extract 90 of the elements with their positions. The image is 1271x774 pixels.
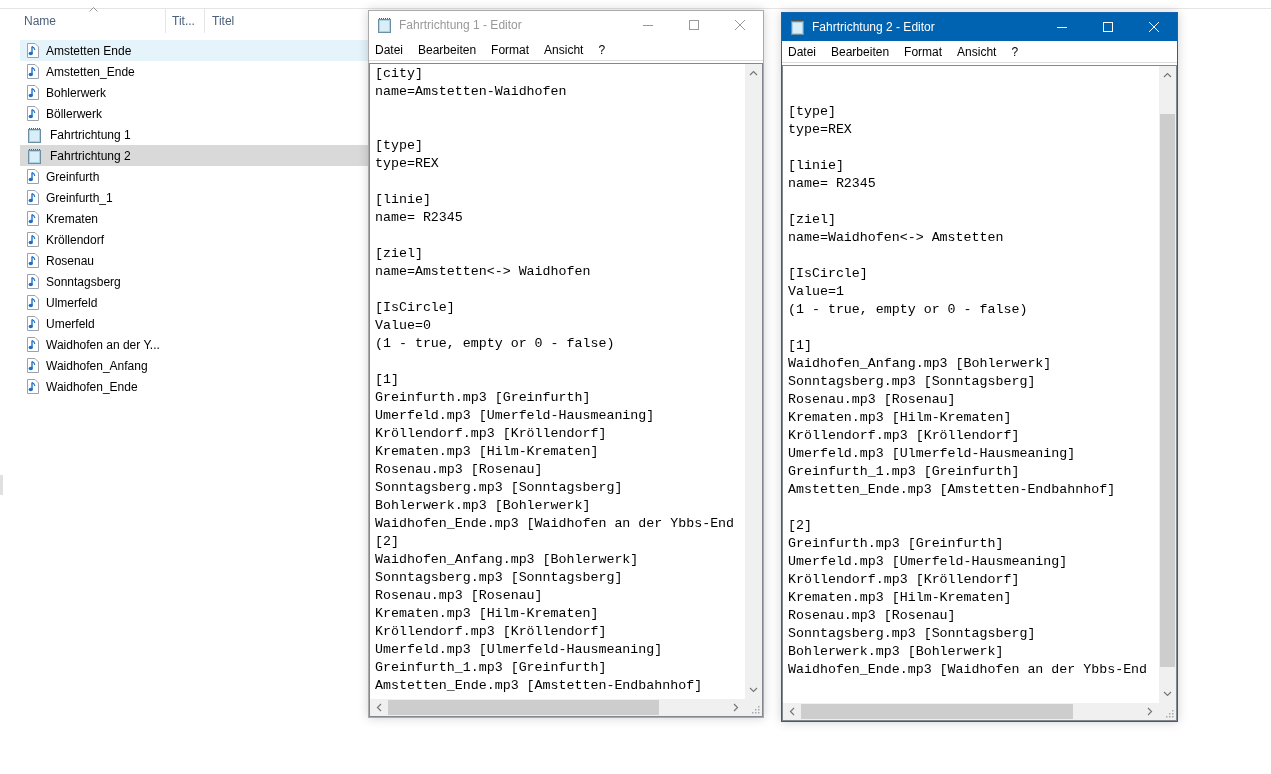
menu-item[interactable]: Ansicht — [544, 42, 584, 57]
close-icon — [735, 20, 745, 30]
horizontal-scrollbar[interactable] — [783, 703, 1159, 720]
scroll-left-icon[interactable] — [789, 707, 795, 716]
music-file-icon — [27, 169, 39, 184]
scroll-thumb[interactable] — [1160, 114, 1175, 667]
music-file-icon — [27, 316, 39, 331]
file-name: Ulmerfeld — [46, 295, 98, 310]
file-row[interactable]: Waidhofen_Anfang — [20, 355, 370, 376]
music-file-icon — [27, 232, 39, 247]
scroll-thumb[interactable] — [801, 704, 1073, 719]
file-row[interactable]: Böllerwerk — [20, 103, 370, 124]
scroll-up-icon[interactable] — [749, 70, 758, 76]
file-row[interactable]: Krematen — [20, 208, 370, 229]
maximize-icon — [1103, 22, 1113, 32]
file-row[interactable]: Greinfurth_1 — [20, 187, 370, 208]
file-row[interactable]: Sonntagsberg — [20, 271, 370, 292]
menu-item[interactable]: Format — [491, 42, 530, 57]
file-name: Waidhofen_Anfang — [46, 358, 148, 373]
menu-item[interactable]: Format — [904, 44, 943, 59]
file-name: Bohlerwerk — [46, 85, 107, 100]
column-header[interactable]: Titel — [205, 9, 370, 33]
menu-item[interactable]: Datei — [375, 42, 403, 57]
file-name: Greinfurth — [46, 169, 100, 184]
file-name: Greinfurth_1 — [46, 190, 113, 205]
music-file-icon — [27, 274, 39, 289]
file-name: Waidhofen_Ende — [46, 379, 138, 394]
file-name: Amstetten Ende — [46, 43, 132, 58]
music-file-icon — [27, 295, 39, 310]
file-name: Waidhofen an der Y... — [46, 337, 160, 352]
file-name: Böllerwerk — [46, 106, 102, 121]
file-name: Kröllendorf — [46, 232, 105, 247]
file-name: Rosenau — [46, 253, 95, 268]
file-row[interactable]: Amstetten_Ende — [20, 61, 370, 82]
file-row[interactable]: Amstetten Ende — [20, 40, 370, 61]
music-file-icon — [27, 211, 39, 226]
menu-item[interactable]: Bearbeiten — [831, 44, 890, 59]
window-title: Fahrtrichtung 1 - Editor — [399, 18, 522, 32]
file-name: Fahrtrichtung 1 — [50, 127, 131, 142]
scroll-down-icon[interactable] — [1163, 691, 1172, 697]
file-row[interactable]: Bohlerwerk — [20, 82, 370, 103]
scroll-down-icon[interactable] — [749, 687, 758, 693]
menu-item[interactable]: Bearbeiten — [418, 42, 477, 57]
scroll-left-icon[interactable] — [376, 703, 382, 712]
file-row[interactable]: Umerfeld — [20, 313, 370, 334]
sort-caret-icon — [88, 7, 98, 12]
music-file-icon — [27, 64, 39, 79]
vertical-scrollbar[interactable] — [1159, 66, 1176, 703]
notepad-icon — [377, 17, 393, 33]
file-name: Krematen — [46, 211, 99, 226]
column-header[interactable]: Tit... — [166, 9, 205, 33]
music-file-icon — [27, 85, 39, 100]
file-name: Fahrtrichtung 2 — [50, 148, 131, 163]
scroll-up-icon[interactable] — [1163, 72, 1172, 78]
file-row[interactable]: Fahrtrichtung 1 — [20, 124, 370, 145]
file-row[interactable]: Rosenau — [20, 250, 370, 271]
file-row[interactable]: Waidhofen an der Y... — [20, 334, 370, 355]
window-title: Fahrtrichtung 2 - Editor — [812, 20, 935, 34]
music-file-icon — [27, 337, 39, 352]
file-row[interactable]: Kröllendorf — [20, 229, 370, 250]
scroll-right-icon[interactable] — [733, 703, 739, 712]
horizontal-scrollbar[interactable] — [370, 699, 745, 716]
notepad-icon — [27, 126, 43, 143]
scroll-thumb[interactable] — [388, 700, 660, 715]
column-header[interactable]: Name — [20, 9, 166, 33]
file-name: Sonntagsberg — [46, 274, 121, 289]
grip-dots-icon — [1166, 710, 1174, 718]
menu-item[interactable]: ? — [598, 42, 606, 57]
scroll-right-icon[interactable] — [1147, 707, 1153, 716]
menu-item[interactable]: ? — [1011, 44, 1019, 59]
file-name: Umerfeld — [46, 316, 95, 331]
file-row[interactable]: Waidhofen_Ende — [20, 376, 370, 397]
maximize-icon — [689, 20, 699, 30]
file-row[interactable]: Greinfurth — [20, 166, 370, 187]
grip-dots-icon — [752, 706, 760, 714]
vertical-scrollbar[interactable] — [745, 64, 762, 699]
menu-item[interactable]: Ansicht — [957, 44, 997, 59]
music-file-icon — [27, 253, 39, 268]
menu-item[interactable]: Datei — [788, 44, 816, 59]
music-file-icon — [27, 106, 39, 121]
file-row[interactable]: Fahrtrichtung 2 — [20, 145, 370, 166]
close-icon — [1149, 22, 1159, 32]
music-file-icon — [27, 358, 39, 373]
notepad-icon — [790, 19, 806, 35]
music-file-icon — [27, 43, 39, 58]
music-file-icon — [27, 379, 39, 394]
notepad-icon — [27, 147, 43, 164]
file-row[interactable]: Ulmerfeld — [20, 292, 370, 313]
music-file-icon — [27, 190, 39, 205]
file-name: Amstetten_Ende — [46, 64, 135, 79]
